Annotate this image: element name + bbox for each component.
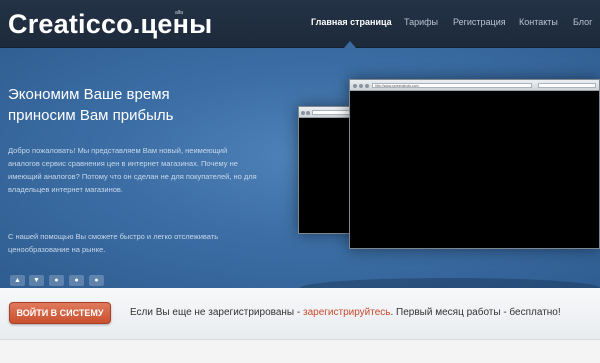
nav-item-home[interactable]: Главная страница bbox=[311, 17, 392, 27]
slider-dot-icon[interactable]: ● bbox=[89, 275, 104, 286]
browser-toolbar bbox=[299, 107, 353, 118]
logo-beta-badge: alfa bbox=[175, 10, 184, 16]
nav-item-blog[interactable]: Блог bbox=[573, 17, 592, 27]
hero-intro-text: Добро пожаловать! Мы представляем Вам но… bbox=[8, 146, 257, 194]
browser-screenshot-front: http://www.screenshots.com bbox=[349, 79, 600, 249]
cta-text: Если Вы еще не зарегистрированы - зареги… bbox=[130, 307, 561, 318]
main-nav: Главная страница Тарифы Регистрация Конт… bbox=[0, 17, 600, 31]
login-button[interactable]: ВОЙТИ В СИСТЕМУ bbox=[9, 302, 111, 324]
browser-forward-icon bbox=[359, 84, 363, 88]
browser-url-box: http://www.screenshots.com bbox=[372, 83, 532, 88]
nav-item-registration[interactable]: Регистрация bbox=[453, 17, 506, 27]
hero-title: Экономим Ваше время приносим Вам прибыль bbox=[8, 84, 173, 126]
browser-screenshot-back bbox=[298, 106, 354, 234]
slider-dot-icon[interactable]: ● bbox=[69, 275, 84, 286]
register-link[interactable]: зарегистрируйтесь bbox=[303, 307, 391, 318]
cta-text-before: Если Вы еще не зарегистрированы - bbox=[130, 307, 303, 318]
slider-down-icon[interactable]: ▼ bbox=[29, 275, 44, 286]
slider-up-icon[interactable]: ▲ bbox=[10, 275, 25, 286]
below-fold-section bbox=[0, 341, 600, 363]
browser-toolbar: http://www.screenshots.com bbox=[350, 80, 599, 91]
header: Creaticco.цены alfa Главная страница Тар… bbox=[0, 0, 600, 48]
browser-dot-icon bbox=[301, 111, 305, 115]
browser-url-box bbox=[312, 110, 350, 115]
hero-title-line1: Экономим Ваше время bbox=[8, 86, 170, 103]
nav-item-contacts[interactable]: Контакты bbox=[519, 17, 558, 27]
hero-banner: Экономим Ваше время приносим Вам прибыль… bbox=[0, 48, 600, 288]
cta-text-after: . Первый месяц работы - бесплатно! bbox=[390, 307, 561, 318]
nav-item-tariffs[interactable]: Тарифы bbox=[404, 17, 438, 27]
slider-dot-icon[interactable]: ● bbox=[49, 275, 64, 286]
hero-title-line2: приносим Вам прибыль bbox=[8, 107, 174, 124]
screenshot-shadow bbox=[300, 278, 600, 288]
browser-back-icon bbox=[353, 84, 357, 88]
browser-search-box bbox=[538, 83, 596, 88]
browser-dot-icon bbox=[306, 111, 310, 115]
browser-reload-icon bbox=[365, 84, 369, 88]
active-nav-indicator bbox=[344, 41, 356, 48]
hero-secondary-text: С нашей помощью Вы сможете быстро и легк… bbox=[8, 232, 219, 254]
cta-bar: ВОЙТИ В СИСТЕМУ Если Вы еще не зарегистр… bbox=[0, 288, 600, 340]
